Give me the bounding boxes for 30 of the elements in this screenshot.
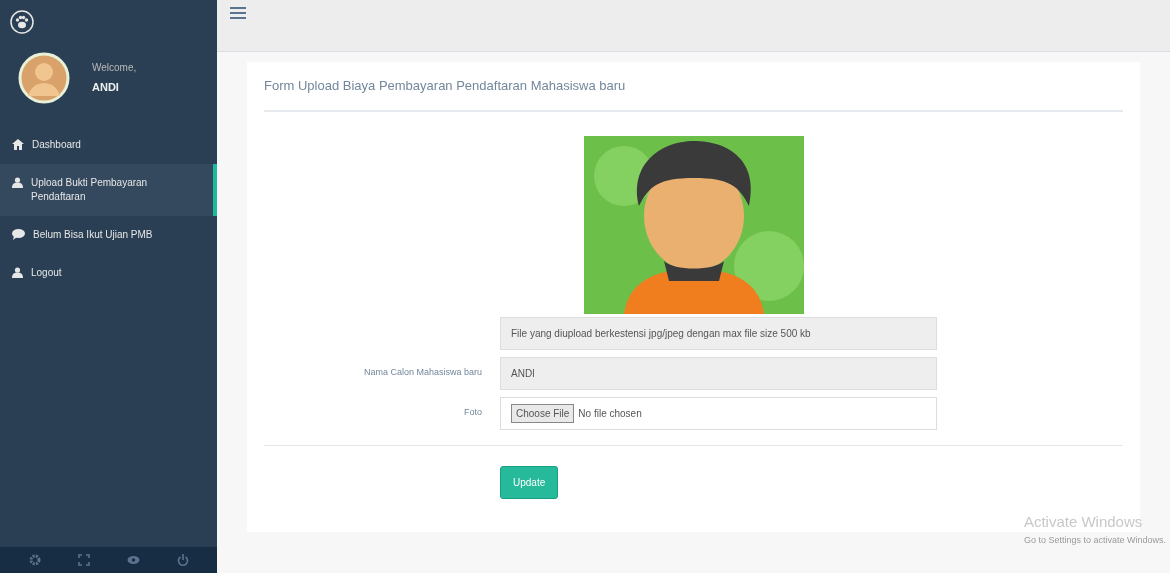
sidebar-item[interactable]: Logout bbox=[0, 254, 217, 292]
choose-file-button[interactable]: Choose File bbox=[511, 403, 575, 423]
user-icon bbox=[12, 177, 23, 188]
sidebar-item[interactable]: Upload Bukti Pembayaran Pendaftaran bbox=[0, 164, 217, 216]
info-field: File yang diupload berkestensi jpg/jpeg dengan max file size 500 kb bbox=[500, 316, 937, 350]
sidebar-item-label: Logout bbox=[31, 266, 62, 280]
power-icon[interactable] bbox=[176, 554, 189, 566]
menu-icon[interactable] bbox=[230, 6, 246, 20]
sidebar-item-label: Upload Bukti Pembayaran Pendaftaran bbox=[31, 176, 149, 204]
settings-icon[interactable] bbox=[28, 554, 41, 566]
eye-icon[interactable] bbox=[126, 554, 140, 566]
field-label: Nama Calon Mahasiswa baru bbox=[362, 366, 482, 380]
sidebar-item-label: Belum Bisa Ikut Ujian PMB bbox=[33, 228, 153, 242]
paw-logo-icon bbox=[10, 10, 34, 34]
activation-subtitle: Go to Settings to activate Windows. bbox=[1023, 533, 1166, 547]
form-title: Form Upload Biaya Pembayaran Pendaftaran Mahasiswa baru bbox=[264, 76, 1123, 112]
user-icon bbox=[12, 267, 23, 278]
sidebar-item[interactable]: Dashboard bbox=[0, 126, 217, 164]
name-field[interactable]: ANDI bbox=[500, 356, 937, 390]
avatar-icon bbox=[18, 52, 70, 104]
file-field[interactable]: Choose File No file chosen bbox=[500, 396, 937, 430]
sidebar-item[interactable]: Belum Bisa Ikut Ujian PMB bbox=[0, 216, 217, 254]
home-icon bbox=[12, 139, 24, 150]
sidebar-item-label: Dashboard bbox=[32, 138, 81, 152]
welcome-text: Welcome, bbox=[92, 61, 137, 76]
chat-icon bbox=[12, 229, 25, 240]
file-status: No file chosen bbox=[578, 406, 642, 421]
field-label: Foto bbox=[463, 406, 482, 420]
user-name: ANDI bbox=[92, 80, 120, 96]
fullscreen-icon[interactable] bbox=[77, 554, 90, 566]
